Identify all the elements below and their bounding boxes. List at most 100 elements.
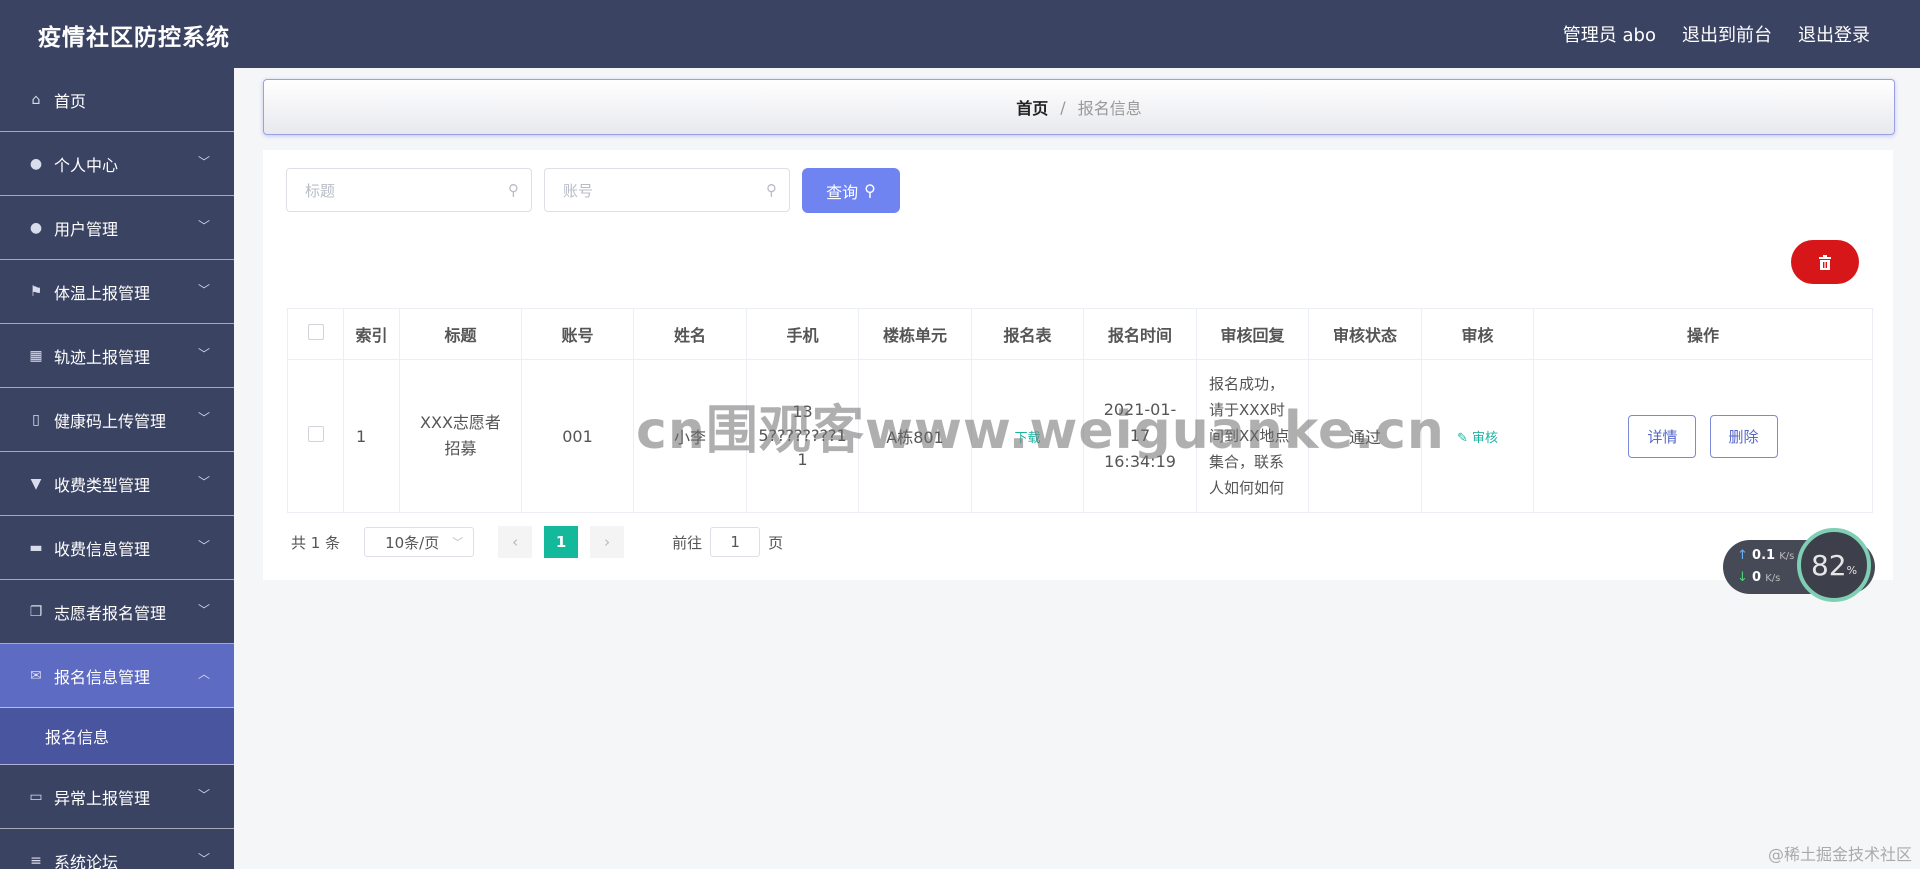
sidebar-item-trajectory-report[interactable]: ▦ 轨迹上报管理 ﹀: [0, 324, 234, 388]
logout-link[interactable]: 退出登录: [1798, 21, 1870, 47]
chevron-down-icon: ﹀: [197, 283, 210, 297]
signup-info-table: 索引 标题 账号 姓名 手机 楼栋单元 报名表 报名时间 审核回复 审核状态 审…: [287, 308, 1873, 513]
top-bar: 疫情社区防控系统 管理员 abo 退出到前台 退出登录: [0, 0, 1920, 68]
sidebar-item-forum[interactable]: ≡ 系统论坛 ﹀: [0, 829, 234, 869]
detail-button[interactable]: 详情: [1628, 414, 1697, 458]
breadcrumb-current: 报名信息: [1077, 99, 1142, 118]
sidebar-item-home[interactable]: ⌂ 首页: [0, 68, 234, 132]
title-search-input[interactable]: [303, 169, 507, 213]
query-button-label: 查询: [826, 182, 859, 202]
card-icon: ▭: [29, 788, 43, 805]
pin-icon: ▼: [30, 475, 42, 492]
cell-actions: 详情 删除: [1533, 359, 1873, 513]
upload-speed: ↑ 0.1 K/s: [1737, 548, 1794, 563]
account-search-field: ⚲: [544, 168, 790, 213]
page-size-select[interactable]: 10条/页 ﹀: [364, 527, 475, 557]
user-icon: ●: [29, 155, 43, 172]
search-icon: ⚲: [864, 181, 876, 200]
breadcrumb: 首页 / 报名信息: [263, 79, 1895, 135]
next-page-button[interactable]: ›: [590, 526, 625, 558]
sidebar-item-user-management[interactable]: ● 用户管理 ﹀: [0, 196, 234, 260]
sidebar-item-label: 收费类型管理: [54, 475, 151, 495]
page-size-value: 10条/页: [385, 533, 440, 552]
sidebar-item-label: 志愿者报名管理: [54, 603, 167, 623]
query-button[interactable]: 查询 ⚲: [802, 168, 900, 213]
sidebar-item-fee-type[interactable]: ▼ 收费类型管理 ﹀: [0, 452, 234, 516]
column-header: 审核状态: [1308, 308, 1422, 360]
chevron-down-icon: ﹀: [197, 347, 210, 361]
credit-text: @稀土掘金技术社区: [1767, 845, 1912, 864]
audit-link[interactable]: ✎ 审核: [1457, 431, 1498, 446]
select-all-cell: [287, 308, 344, 360]
chevron-down-icon: ﹀: [197, 539, 210, 553]
goto-prefix: 前往: [672, 533, 703, 552]
sidebar-item-label: 个人中心: [54, 155, 119, 175]
chevron-up-icon: ︿: [197, 667, 210, 681]
delete-button[interactable]: 删除: [1709, 414, 1778, 458]
sidebar-item-label: 首页: [54, 91, 87, 111]
download-speed-unit: K/s: [1765, 573, 1781, 584]
cell-title: XXX志愿者招募: [399, 359, 522, 513]
arrow-up-icon: ↑: [1737, 548, 1748, 563]
row-select-cell: [287, 359, 344, 513]
cell-account: 001: [521, 359, 634, 513]
column-header: 报名表: [971, 308, 1084, 360]
search-icon: ⚲: [508, 181, 519, 199]
phone-icon: ▯: [32, 411, 40, 428]
breadcrumb-home[interactable]: 首页: [1016, 95, 1048, 119]
back-to-front-link[interactable]: 退出到前台: [1682, 21, 1772, 47]
download-link[interactable]: 下载: [1014, 431, 1040, 446]
cell-status: 通过: [1308, 359, 1422, 513]
upload-speed-value: 0.1: [1752, 548, 1776, 563]
sidebar-item-health-code[interactable]: ▯ 健康码上传管理 ﹀: [0, 388, 234, 452]
page-number[interactable]: 1: [544, 526, 579, 558]
sidebar-item-signup-info-management[interactable]: ✉ 报名信息管理 ︿: [0, 644, 234, 708]
column-header: 审核回复: [1196, 308, 1309, 360]
row-checkbox[interactable]: [307, 426, 324, 442]
sidebar-item-fee-info[interactable]: ▬ 收费信息管理 ﹀: [0, 516, 234, 580]
sidebar-item-label: 体温上报管理: [54, 283, 151, 303]
goto-page-input[interactable]: 1: [710, 527, 761, 557]
bulk-delete-button[interactable]: [1791, 240, 1859, 284]
cell-index: 1: [343, 359, 400, 513]
select-all-checkbox[interactable]: [307, 324, 324, 340]
sidebar-item-volunteer-signup[interactable]: ❐ 志愿者报名管理 ﹀: [0, 580, 234, 644]
calendar-icon: ▦: [29, 347, 43, 364]
title-search-field: ⚲: [286, 168, 532, 213]
table-header-row: 索引 标题 账号 姓名 手机 楼栋单元 报名表 报名时间 审核回复 审核状态 审…: [287, 308, 1873, 360]
prev-page-button[interactable]: ‹: [498, 526, 533, 558]
pagination: 共 1 条 10条/页 ﹀ ‹ 1 › 前往 1 页: [291, 526, 783, 558]
sidebar-item-temperature-report[interactable]: ⚑ 体温上报管理 ﹀: [0, 260, 234, 324]
cell-name: 小李: [633, 359, 747, 513]
table-row: 1 XXX志愿者招募 001 小李 135????????11 A栋801 下载…: [287, 359, 1873, 513]
admin-user-link[interactable]: 管理员 abo: [1563, 21, 1656, 47]
sidebar-item-label: 收费信息管理: [54, 539, 151, 559]
sidebar-item-anomaly-report[interactable]: ▭ 异常上报管理 ﹀: [0, 765, 234, 829]
cell-phone: 135????????11: [746, 359, 859, 513]
total-count: 共 1 条: [291, 533, 341, 552]
copy-icon: ❐: [29, 603, 43, 620]
arrow-down-icon: ↓: [1737, 570, 1748, 585]
download-speed-value: 0: [1752, 570, 1762, 585]
search-icon: ⚲: [766, 181, 777, 199]
column-header: 索引: [343, 308, 400, 360]
sidebar-item-label: 轨迹上报管理: [54, 347, 151, 367]
edit-icon: ✎: [1456, 430, 1468, 446]
cell-reply: 报名成功，请于XXX时间到XX地点集合，联系人如何如何: [1196, 359, 1309, 513]
chevron-down-icon: ﹀: [197, 411, 210, 425]
sidebar-item-personal-center[interactable]: ● 个人中心 ﹀: [0, 132, 234, 196]
sidebar-item-label: 用户管理: [54, 219, 119, 239]
column-header: 审核: [1421, 308, 1534, 360]
chevron-down-icon: ﹀: [197, 603, 210, 617]
main-panel: ⚲ ⚲ 查询 ⚲ 索引 标题 账号 姓名: [263, 150, 1893, 580]
chevron-down-icon: ﹀: [197, 155, 210, 169]
account-search-input[interactable]: [561, 169, 765, 213]
app-title: 疫情社区防控系统: [38, 25, 230, 51]
sidebar-subitem-signup-info[interactable]: 报名信息: [0, 708, 234, 765]
chevron-down-icon: ﹀: [197, 852, 210, 866]
column-header: 标题: [399, 308, 522, 360]
goto-suffix: 页: [768, 533, 784, 552]
memory-gauge[interactable]: 82%: [1797, 528, 1871, 602]
column-header: 操作: [1533, 308, 1873, 360]
message-icon: ▬: [29, 539, 43, 556]
